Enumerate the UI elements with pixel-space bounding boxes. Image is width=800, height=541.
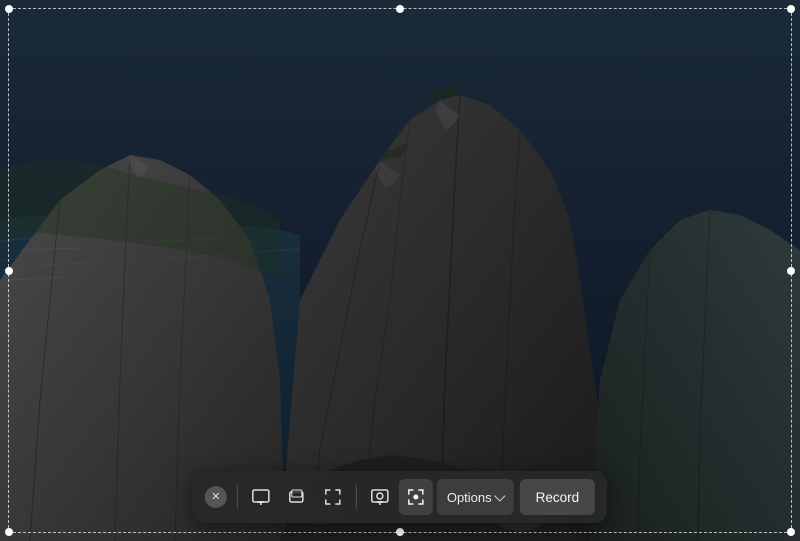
close-icon: ✕ <box>211 492 220 503</box>
record-selection-icon <box>406 487 426 507</box>
chevron-down-icon <box>494 490 505 501</box>
capture-entire-screen-button[interactable] <box>244 479 278 515</box>
capture-selection-button[interactable] <box>316 479 350 515</box>
record-entire-screen-icon <box>370 487 390 507</box>
record-selection-button[interactable] <box>399 479 433 515</box>
divider-2 <box>356 485 357 509</box>
record-entire-screen-button[interactable] <box>363 479 397 515</box>
record-button[interactable]: Record <box>520 479 596 515</box>
capture-window-icon <box>287 487 307 507</box>
capture-window-button[interactable] <box>280 479 314 515</box>
capture-entire-screen-icon <box>251 487 271 507</box>
capture-selection-icon <box>323 487 343 507</box>
record-label: Record <box>536 490 580 505</box>
toolbar: ✕ <box>193 471 607 523</box>
close-button[interactable]: ✕ <box>205 486 227 508</box>
options-label: Options <box>447 490 492 505</box>
background <box>0 0 800 541</box>
options-button[interactable]: Options <box>437 479 514 515</box>
divider-1 <box>237 485 238 509</box>
